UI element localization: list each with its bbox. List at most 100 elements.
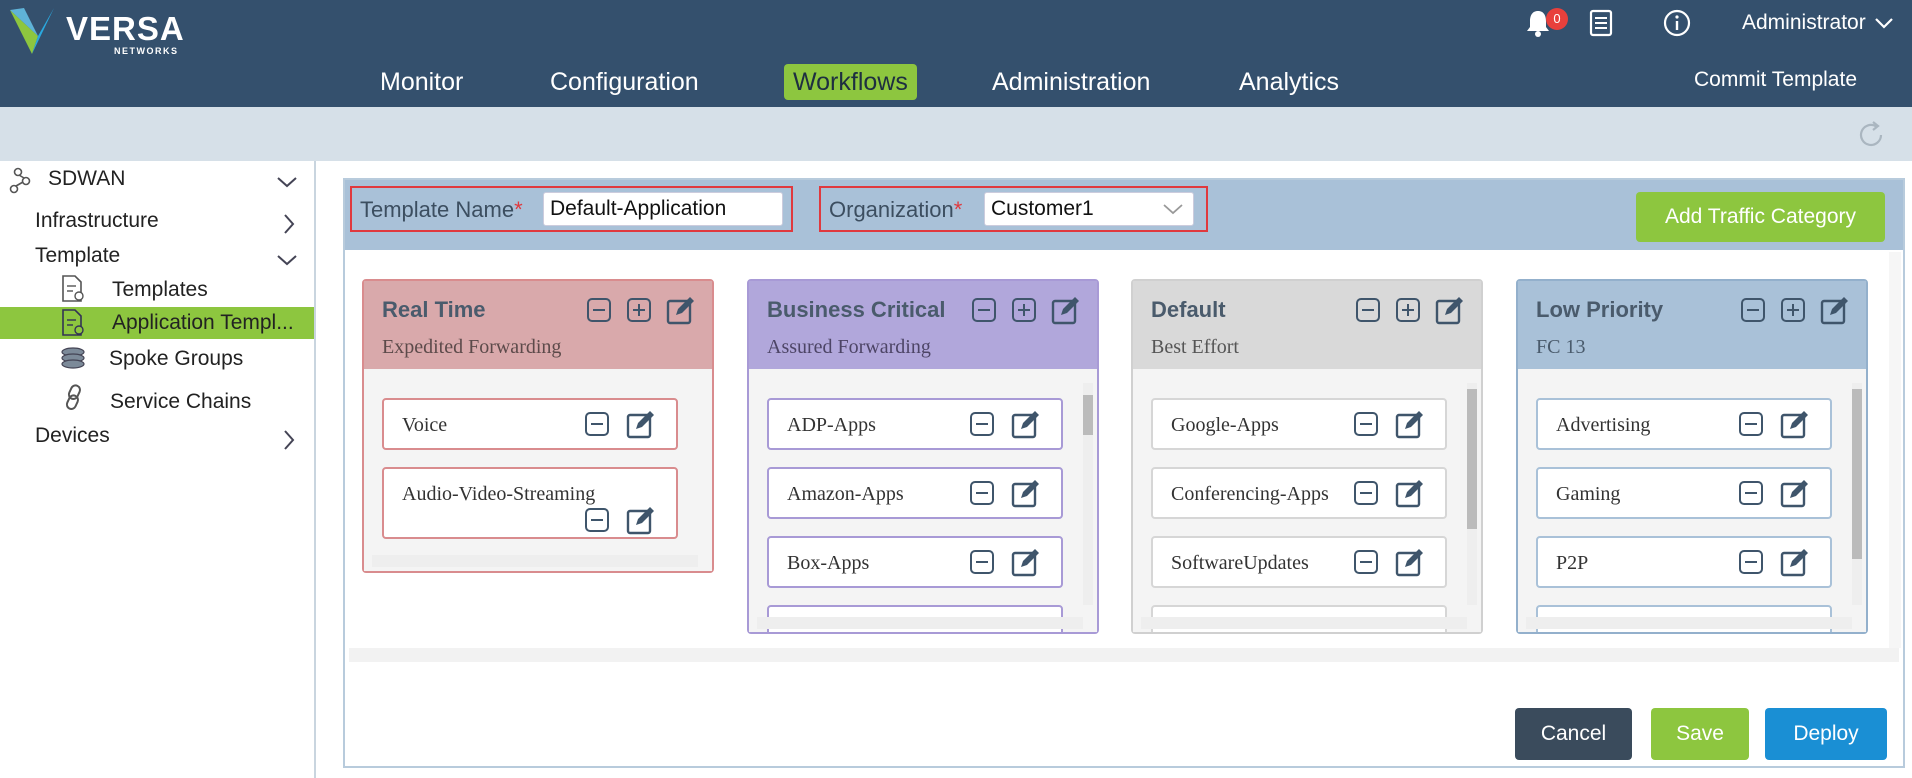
sidebar-item-infrastructure[interactable]: Infrastructure <box>35 209 159 233</box>
chevron-right-icon[interactable] <box>282 429 296 451</box>
cancel-button[interactable]: Cancel <box>1515 708 1632 760</box>
category-header: Business Critical Assured Forwarding <box>749 281 1097 369</box>
app-name: Advertising <box>1556 414 1651 436</box>
category-header: Low Priority FC 13 <box>1518 281 1866 369</box>
horizontal-scrollbar[interactable] <box>372 555 698 567</box>
nav-administration[interactable]: Administration <box>992 64 1150 100</box>
horizontal-scrollbar[interactable] <box>1526 617 1852 629</box>
category-header: Default Best Effort <box>1133 281 1481 369</box>
minus-icon <box>1739 550 1763 574</box>
edit-icon <box>1820 297 1848 325</box>
refresh-icon[interactable] <box>1856 120 1886 150</box>
sidebar-item-spoke-groups[interactable]: Spoke Groups <box>109 347 243 371</box>
edit-icon <box>626 507 654 535</box>
app-name: Voice <box>402 414 448 436</box>
deploy-button[interactable]: Deploy <box>1765 708 1887 760</box>
app-name: Box-Apps <box>787 552 870 574</box>
category-card-real-time: Real Time Expedited Forwarding Voice Aud… <box>362 279 714 573</box>
category-subtitle: FC 13 <box>1536 336 1586 358</box>
category-title: Default <box>1151 297 1226 322</box>
nav-monitor[interactable]: Monitor <box>380 64 463 100</box>
vertical-scrollbar[interactable] <box>1467 383 1477 605</box>
category-actions <box>1740 293 1850 325</box>
app-name: ADP-Apps <box>787 414 876 436</box>
edit-icon <box>1780 549 1808 577</box>
app-name: P2P <box>1556 552 1589 574</box>
panel-vertical-scrollbar[interactable] <box>1889 252 1901 648</box>
nav-analytics[interactable]: Analytics <box>1239 64 1339 100</box>
category-card-business-critical: Business Critical Assured Forwarding ADP… <box>747 279 1099 634</box>
sidebar-item-template[interactable]: Template <box>35 244 120 268</box>
app-item[interactable]: Amazon-Apps <box>767 467 1063 519</box>
toolbar-strip <box>0 107 1912 161</box>
chevron-down-icon[interactable] <box>276 175 298 189</box>
app-actions <box>585 507 654 535</box>
app-name: Conferencing-Apps <box>1171 483 1329 505</box>
nav-configuration[interactable]: Configuration <box>550 64 699 100</box>
add-traffic-category-button[interactable]: Add Traffic Category <box>1636 192 1885 242</box>
template-name-input[interactable]: Default-Application <box>543 192 783 226</box>
category-subtitle: Best Effort <box>1151 336 1239 358</box>
application-template-icon <box>60 308 86 338</box>
edit-icon <box>1395 411 1423 439</box>
user-menu[interactable]: Administrator <box>1742 11 1866 35</box>
edit-icon <box>1435 297 1463 325</box>
sidebar-item-application-templates[interactable]: Application Templ... <box>0 307 314 339</box>
app-item[interactable]: Box-Apps <box>767 536 1063 588</box>
app-actions <box>1739 411 1808 439</box>
plus-icon <box>627 298 651 322</box>
app-item[interactable]: Gaming <box>1536 467 1832 519</box>
edit-icon <box>1780 411 1808 439</box>
sidebar-item-label: Application Templ... <box>112 311 294 334</box>
vertical-scrollbar[interactable] <box>1852 383 1862 605</box>
plus-icon <box>1012 298 1036 322</box>
sidebar-item-templates[interactable]: Templates <box>112 278 208 302</box>
info-icon[interactable] <box>1662 8 1692 38</box>
edit-icon <box>1395 480 1423 508</box>
save-button[interactable]: Save <box>1651 708 1749 760</box>
app-item[interactable]: Google-Apps <box>1151 398 1447 450</box>
chevron-down-icon[interactable] <box>1162 202 1184 216</box>
sidebar-root-sdwan[interactable]: SDWAN <box>48 167 125 191</box>
task-list-icon[interactable] <box>1588 8 1618 38</box>
app-item[interactable]: Conferencing-Apps <box>1151 467 1447 519</box>
plus-icon <box>1396 298 1420 322</box>
app-actions <box>970 549 1039 577</box>
app-item[interactable]: Advertising <box>1536 398 1832 450</box>
app-actions <box>1739 549 1808 577</box>
minus-icon <box>585 412 609 436</box>
minus-icon <box>970 412 994 436</box>
app-item[interactable]: Voice <box>382 398 678 450</box>
vertical-scrollbar[interactable] <box>1083 383 1093 605</box>
organization-label: Organization* <box>829 197 963 222</box>
app-item[interactable]: ADP-Apps <box>767 398 1063 450</box>
sidebar-item-devices[interactable]: Devices <box>35 424 110 448</box>
panel-horizontal-scrollbar[interactable] <box>349 648 1899 662</box>
category-card-default: Default Best Effort Google-Apps Conferen… <box>1131 279 1483 634</box>
chevron-right-icon[interactable] <box>282 213 296 235</box>
chevron-down-icon[interactable] <box>1874 16 1894 30</box>
plus-icon <box>1781 298 1805 322</box>
minus-icon <box>585 508 609 532</box>
horizontal-scrollbar[interactable] <box>1141 617 1467 629</box>
sidebar-item-service-chains[interactable]: Service Chains <box>110 390 251 414</box>
app-item[interactable]: P2P <box>1536 536 1832 588</box>
app-actions <box>1354 549 1423 577</box>
category-subtitle: Assured Forwarding <box>767 336 931 358</box>
template-name-label: Template Name* <box>360 197 523 222</box>
app-item[interactable]: SoftwareUpdates <box>1151 536 1447 588</box>
organization-field: Organization* Customer1 <box>819 186 1208 232</box>
chevron-down-icon[interactable] <box>276 253 298 267</box>
minus-icon <box>1739 481 1763 505</box>
commit-template-link[interactable]: Commit Template <box>1694 68 1857 92</box>
category-header: Real Time Expedited Forwarding <box>364 281 712 369</box>
minus-icon <box>1354 550 1378 574</box>
app-item[interactable]: Audio-Video-Streaming <box>382 467 678 539</box>
horizontal-scrollbar[interactable] <box>757 617 1083 629</box>
category-card-low-priority: Low Priority FC 13 Advertising Gaming P2… <box>1516 279 1868 634</box>
category-actions <box>586 293 696 325</box>
app-actions <box>1354 411 1423 439</box>
edit-icon <box>1051 297 1079 325</box>
nav-workflows[interactable]: Workflows <box>784 64 917 100</box>
category-app-list: ADP-Apps Amazon-Apps Box-Apps <box>749 369 1097 632</box>
